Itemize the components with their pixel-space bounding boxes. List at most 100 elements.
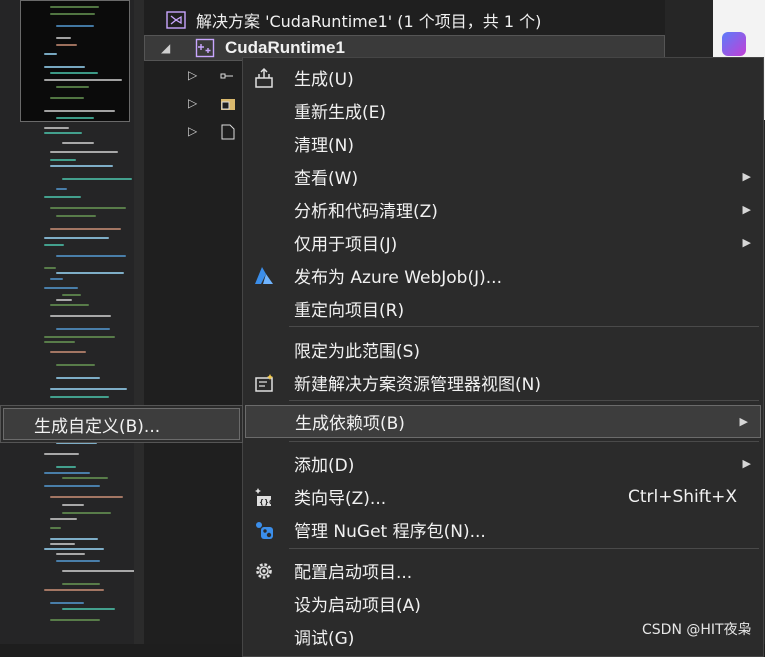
minimap-code-line [44,244,64,246]
minimap-code-line [56,560,100,562]
editor-scrollbar[interactable] [134,0,144,644]
menu-item-12[interactable]: 添加(D) ▶ [243,447,763,480]
minimap-code-line [62,583,100,585]
menu-separator [289,400,759,401]
menu-item-13[interactable]: {}C 类向导(Z)... Ctrl+Shift+X [243,480,763,513]
minimap-code-line [56,299,72,301]
minimap-viewport[interactable] [20,0,130,122]
menu-item-2[interactable]: 重新生成(E) [243,94,763,127]
minimap-code-line [44,196,81,198]
menu-item-16[interactable]: 设为启动项目(A) [243,587,763,620]
menu-item-4[interactable]: 查看(W) ▶ [243,160,763,193]
references-icon [220,73,233,79]
submenu-arrow-icon: ▶ [742,236,751,249]
expanded-arrow-icon[interactable]: ◢ [161,41,170,55]
minimap-code-line [44,341,75,343]
minimap-code-line [44,127,69,129]
build-customizations-menu-item[interactable]: 生成自定义(B)... [3,408,240,440]
svg-text:{}C: {}C [259,498,274,506]
file-icon [221,124,235,140]
minimap-code-line [50,527,61,529]
menu-item-3[interactable]: 清理(N) [243,127,763,160]
minimap-code-line [50,97,84,99]
menu-item-7[interactable]: 发布为 Azure WebJob(J)... [243,259,763,292]
minimap-code-line [44,589,104,591]
menu-item-9[interactable]: 限定为此范围(S) [243,333,763,366]
menu-item-8[interactable]: 重定向项目(R) [243,292,763,325]
new-view-icon [252,371,276,395]
minimap-code-line [50,6,99,8]
azure-icon [252,264,276,288]
menu-item-label: 生成依赖项(B) [295,414,405,434]
build-icon [252,66,276,90]
minimap-code-line [44,53,57,55]
minimap-code-line [50,351,86,353]
gear-icon [252,559,276,583]
menu-item-label: 重定向项目(R) [294,301,405,321]
collapsed-arrow-icon[interactable]: ▷ [188,124,197,138]
minimap-code-line [44,548,104,550]
minimap-code-line [50,72,98,74]
nuget-icon [252,518,276,542]
editor-minimap[interactable] [0,0,138,644]
minimap-code-line [50,278,63,280]
minimap-code-line [56,553,85,555]
menu-item-label: 新建解决方案资源管理器视图(N) [294,375,541,395]
minimap-code-line [56,272,124,274]
minimap-code-line [50,159,76,161]
submenu-arrow-icon: ▶ [739,415,748,428]
menu-item-15[interactable]: 配置启动项目... [243,554,763,587]
menu-item-label: 仅用于项目(J) [294,235,398,255]
minimap-code-line [62,512,111,514]
menu-item-1[interactable]: 生成(U) [243,61,763,94]
minimap-code-line [62,608,115,610]
minimap-code-line [56,188,67,190]
minimap-code-line [44,132,82,134]
minimap-code-line [50,315,111,317]
menu-item-label: 设为启动项目(A) [294,596,421,616]
minimap-code-line [56,364,95,366]
minimap-code-line [56,44,77,46]
minimap-code-line [50,151,118,153]
minimap-code-line [44,267,56,269]
build-customizations-label: 生成自定义(B)... [34,416,161,437]
minimap-code-line [50,388,127,390]
menu-item-5[interactable]: 分析和代码清理(Z) ▶ [243,193,763,226]
submenu-arrow-icon: ▶ [742,457,751,470]
collapsed-arrow-icon[interactable]: ▷ [188,96,197,110]
collapsed-arrow-icon[interactable]: ▷ [188,68,197,82]
minimap-code-line [50,165,113,167]
menu-item-label: 清理(N) [294,136,354,156]
menu-item-11[interactable]: 生成依赖项(B) ▶ [245,405,761,438]
minimap-code-line [50,538,98,540]
minimap-code-line [62,477,108,479]
menu-item-14[interactable]: 管理 NuGet 程序包(N)... [243,513,763,546]
minimap-code-line [50,207,126,209]
copilot-icon[interactable] [722,32,746,56]
menu-item-label: 分析和代码清理(Z) [294,202,438,222]
minimap-code-line [44,66,85,68]
menu-separator [289,326,759,327]
minimap-code-line [50,518,77,520]
minimap-code-line [56,215,96,217]
class-wizard-icon: {}C [252,485,276,509]
menu-item-shortcut: Ctrl+Shift+X [628,486,738,507]
minimap-code-line [56,328,110,330]
menu-item-label: 添加(D) [294,456,355,476]
minimap-code-line [62,142,94,144]
menu-item-6[interactable]: 仅用于项目(J) ▶ [243,226,763,259]
minimap-code-line [44,453,79,455]
minimap-code-line [44,237,109,239]
project-label: CudaRuntime1 [225,38,345,57]
minimap-code-line [50,496,123,498]
minimap-code-line [44,287,78,289]
menu-item-label: 配置启动项目... [294,563,413,583]
minimap-code-line [50,543,75,545]
menu-separator [289,548,759,549]
tree-solution-node[interactable]: 解决方案 'CudaRuntime1' (1 个项目，共 1 个) [144,7,665,33]
minimap-code-line [56,466,76,468]
minimap-code-line [56,377,100,379]
menu-item-label: 生成(U) [294,70,354,90]
menu-item-label: 查看(W) [294,169,359,189]
menu-item-10[interactable]: 新建解决方案资源管理器视图(N) [243,366,763,399]
